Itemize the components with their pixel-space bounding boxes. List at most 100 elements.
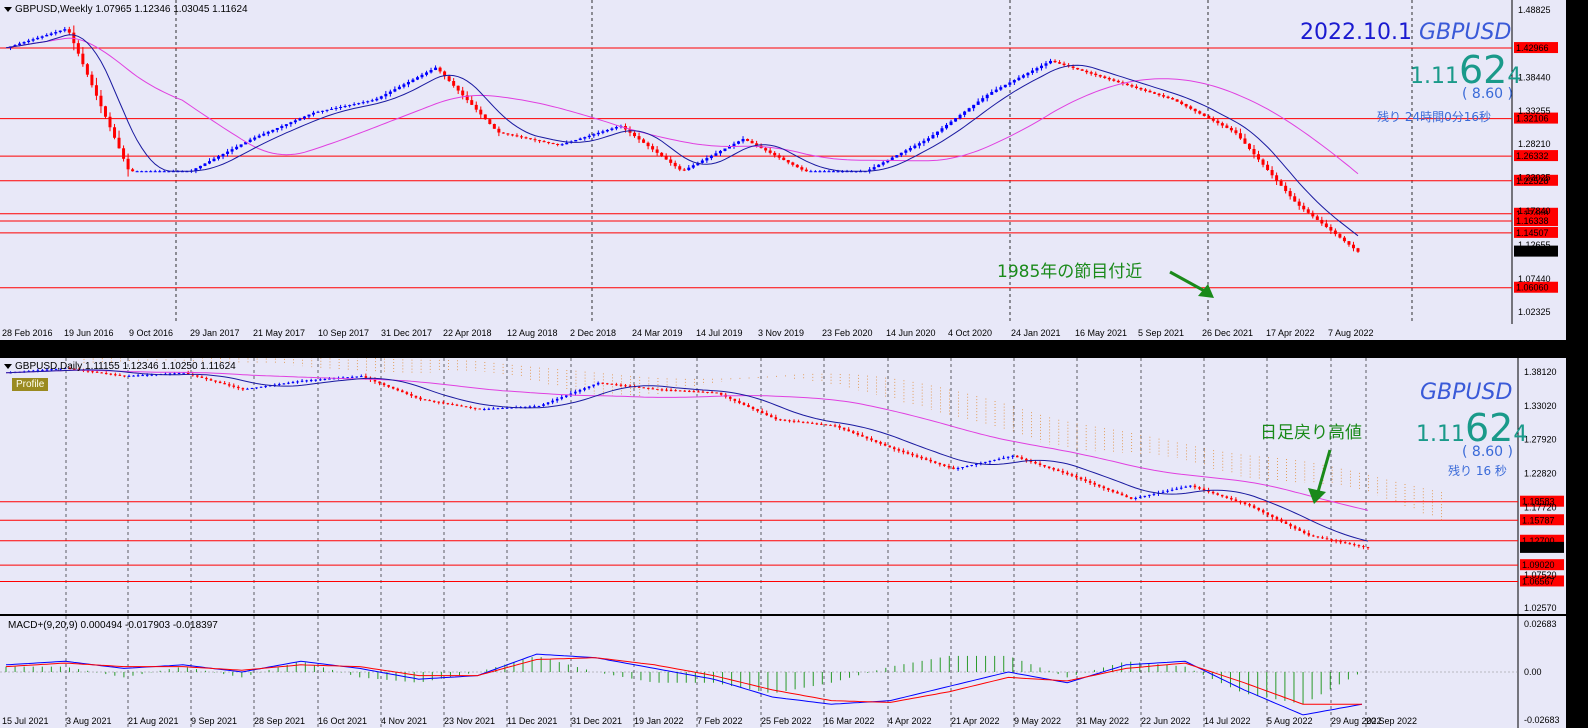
weekly-candle bbox=[402, 84, 406, 87]
weekly-candle bbox=[1302, 205, 1306, 210]
daily-candle bbox=[961, 467, 964, 469]
weekly-candle bbox=[1243, 138, 1247, 144]
weekly-candle bbox=[994, 89, 998, 92]
weekly-candle bbox=[1220, 123, 1224, 126]
daily-candle bbox=[173, 373, 176, 375]
weekly-candle bbox=[1216, 120, 1220, 124]
weekly-candle bbox=[718, 150, 722, 154]
daily-candle bbox=[929, 459, 932, 462]
daily-candle bbox=[542, 404, 545, 406]
weekly-candle bbox=[393, 89, 397, 92]
daily-symbol: GBPUSD bbox=[1420, 380, 1513, 405]
weekly-candle bbox=[406, 81, 410, 85]
daily-candle bbox=[1034, 461, 1037, 464]
daily-candle bbox=[710, 392, 714, 394]
daily-candle bbox=[1216, 493, 1219, 495]
daily-candle bbox=[391, 386, 395, 389]
weekly-candle bbox=[1053, 60, 1057, 63]
daily-candle bbox=[792, 420, 796, 422]
daily-candle bbox=[993, 459, 996, 461]
weekly-candle bbox=[388, 91, 392, 94]
weekly-candle bbox=[122, 148, 126, 159]
daily-candle bbox=[801, 421, 805, 423]
weekly-candle bbox=[1279, 180, 1283, 186]
daily-candle bbox=[1175, 488, 1178, 490]
daily-candle bbox=[915, 455, 919, 457]
daily-candle bbox=[1220, 494, 1224, 497]
daily-candle bbox=[382, 383, 386, 386]
weekly-candle bbox=[958, 114, 962, 119]
weekly-candle bbox=[967, 108, 971, 112]
weekly-candle bbox=[1189, 106, 1193, 109]
macd-y-tick: 0.00 bbox=[1524, 667, 1542, 677]
daily-chart-pane[interactable]: 1.18583 1.15787 1.12700 1.09020 1.06567 1.381… bbox=[0, 358, 1566, 614]
daily-candle bbox=[136, 375, 140, 377]
weekly-candle bbox=[140, 171, 144, 173]
daily-candle bbox=[414, 395, 418, 398]
weekly-candle bbox=[1320, 219, 1324, 224]
daily-candle bbox=[920, 456, 923, 459]
weekly-candle bbox=[1021, 75, 1025, 78]
weekly-candle bbox=[470, 100, 474, 105]
weekly-candle bbox=[1297, 201, 1301, 206]
daily-candle bbox=[1293, 526, 1297, 529]
daily-candle bbox=[1152, 493, 1156, 495]
daily-candle bbox=[364, 376, 368, 378]
daily-candle bbox=[387, 385, 390, 387]
daily-y-tick: 1.38120 bbox=[1524, 367, 1557, 377]
weekly-candle bbox=[1329, 227, 1333, 231]
daily-candle bbox=[756, 409, 759, 412]
daily-candle bbox=[911, 453, 914, 456]
weekly-candle bbox=[370, 100, 374, 102]
weekly-chart-pane[interactable]: 1.42966 1.32106 1.26332 1.22528 1.17448 1.163… bbox=[0, 0, 1566, 324]
daily-candle bbox=[328, 378, 331, 380]
daily-candle bbox=[874, 440, 878, 442]
daily-candle bbox=[259, 386, 263, 388]
weekly-candle bbox=[425, 72, 429, 75]
weekly-candle bbox=[1252, 148, 1256, 155]
daily-candle bbox=[870, 438, 873, 441]
weekly-candle bbox=[723, 148, 727, 151]
weekly-candle bbox=[94, 85, 98, 96]
weekly-candle bbox=[76, 43, 80, 54]
daily-candle bbox=[783, 419, 787, 421]
daily-candle bbox=[282, 383, 286, 385]
daily-candle bbox=[1038, 463, 1042, 465]
weekly-candle bbox=[1085, 70, 1089, 73]
daily-candle bbox=[765, 413, 768, 416]
profile-button[interactable]: Profile bbox=[12, 378, 49, 391]
daily-candle bbox=[842, 427, 846, 430]
daily-candle bbox=[355, 376, 358, 378]
weekly-candle bbox=[890, 157, 894, 160]
daily-candle bbox=[1243, 502, 1247, 505]
daily-candle bbox=[852, 431, 855, 434]
daily-candle bbox=[1261, 510, 1265, 513]
weekly-candle bbox=[117, 137, 121, 149]
weekly-candle bbox=[1333, 230, 1337, 235]
weekly-candle bbox=[420, 74, 424, 78]
weekly-candle bbox=[99, 95, 103, 107]
daily-candle bbox=[824, 424, 828, 426]
weekly-candle bbox=[578, 138, 582, 140]
daily-candle bbox=[487, 408, 491, 410]
weekly-candle bbox=[899, 152, 903, 156]
daily-candle bbox=[1193, 485, 1197, 488]
daily-candle bbox=[1097, 484, 1101, 487]
weekly-candle bbox=[131, 169, 135, 172]
daily-candle bbox=[1002, 457, 1005, 459]
weekly-x-tick: 7 Aug 2022 bbox=[1328, 328, 1374, 338]
weekly-candle bbox=[1062, 63, 1066, 66]
weekly-candle bbox=[655, 149, 659, 153]
weekly-x-tick: 3 Nov 2019 bbox=[758, 328, 804, 338]
weekly-candle bbox=[945, 124, 949, 129]
daily-candle bbox=[1248, 504, 1251, 506]
daily-candle bbox=[1170, 489, 1174, 491]
weekly-candle bbox=[1175, 99, 1179, 102]
weekly-candle bbox=[610, 128, 614, 130]
daily-candle bbox=[829, 424, 832, 426]
weekly-candle bbox=[1257, 154, 1261, 160]
daily-candle bbox=[1066, 472, 1069, 475]
weekly-candle bbox=[560, 144, 564, 146]
daily-candle bbox=[902, 450, 905, 453]
weekly-candle bbox=[633, 132, 637, 137]
